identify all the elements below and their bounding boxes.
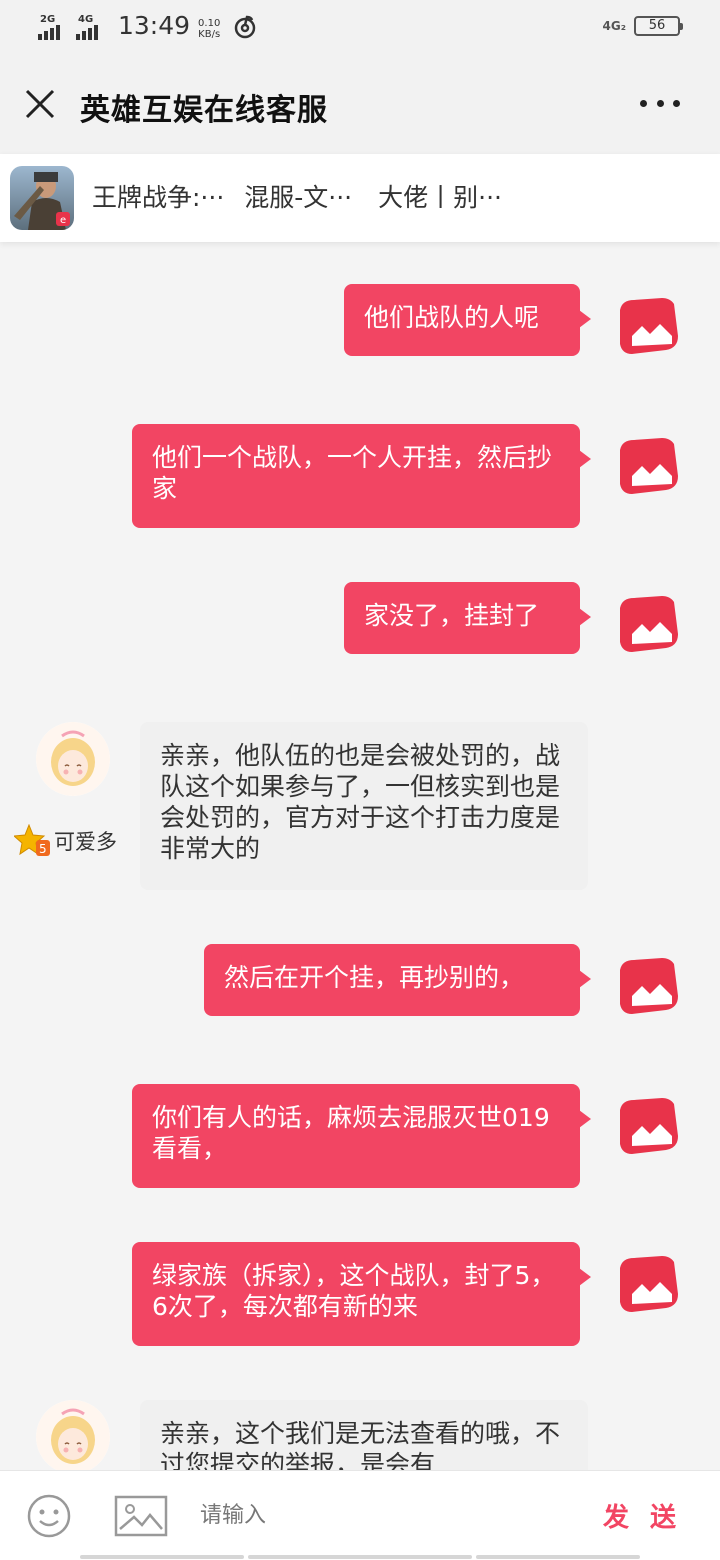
game-name: 王牌战争:··· [92,183,225,212]
user-avatar-icon [620,438,678,494]
user-avatar-icon [620,596,678,652]
title-bar: 英雄互娱在线客服 [0,58,720,154]
message-input[interactable] [200,1491,580,1539]
nav-bar-segment [476,1555,640,1559]
message-bubble-outgoing: 然后在开个挂，再抄别的， [204,944,591,1016]
svg-text:e: e [60,215,66,226]
server-name: 混服-文··· [244,183,353,212]
message-bubble-outgoing: 你们有人的话，麻烦去混服灭世019看看， [132,1084,591,1188]
agent-name-label: 5 可爱多 [14,824,117,858]
message-bubble-outgoing: 绿家族（拆家），这个战队，封了5，6次了，每次都有新的来 [132,1242,591,1346]
more-icon[interactable] [640,88,680,118]
network-speed: 0.10 KB/s [198,18,220,40]
nav-bar-segment [248,1555,472,1559]
user-avatar-icon [620,1256,678,1312]
speed-value: 0.10 [198,18,221,29]
close-icon[interactable] [22,86,58,122]
message-bubble-incoming: 亲亲，他队伍的也是会被处罚的，战队这个如果参与了，一但核实到也是会处罚的，官方对… [140,722,588,890]
message-bubble-incoming: 亲亲，这个我们是无法查看的哦，不过您提交的举报，是会有 [140,1400,588,1470]
speed-unit: KB/s [198,29,221,40]
game-info-bar: e 王牌战争:··· 混服-文··· 大佬丨别··· [0,154,720,242]
game-icon: e [10,166,74,230]
signal-2g-icon: 2G [38,14,70,40]
agent-avatar [36,1400,110,1470]
message-bubble-outgoing: 他们战队的人呢 [344,284,591,356]
message-bubble-outgoing: 家没了，挂封了 [344,582,591,654]
status-time: 13:49 [118,11,191,40]
netease-music-icon [235,15,256,39]
user-avatar-icon [620,1098,678,1154]
agent-avatar [36,722,110,796]
agent-name: 可爱多 [54,830,117,854]
user-avatar-icon [620,298,678,354]
message-bubble-outgoing: 他们一个战队，一个人开挂，然后抄家 [132,424,591,528]
game-info[interactable]: 王牌战争:··· 混服-文··· 大佬丨别··· [92,178,502,214]
image-icon[interactable] [114,1495,168,1537]
status-bar: 2G 4G 13:49 0.10 KB/s 4G₂ 56 [0,0,720,58]
signal-4g-icon: 4G [76,14,108,40]
nav-bar-segment [80,1555,244,1559]
svg-text:5: 5 [39,842,47,856]
emoji-icon[interactable] [26,1493,72,1539]
input-bar: 发 送 [0,1470,720,1560]
send-button[interactable]: 发 送 [603,1497,682,1534]
battery-icon: 56 [634,16,683,36]
chat-area[interactable]: 他们战队的人呢 他们一个战队，一个人开挂，然后抄家 家没了，挂封了 5 可爱多 … [0,242,720,1470]
user-avatar-icon [620,958,678,1014]
page-title: 英雄互娱在线客服 [80,93,328,128]
network-4g-label: 4G₂ [602,19,626,33]
role-name: 大佬丨别··· [378,183,502,212]
star-level-icon: 5 [14,824,50,856]
